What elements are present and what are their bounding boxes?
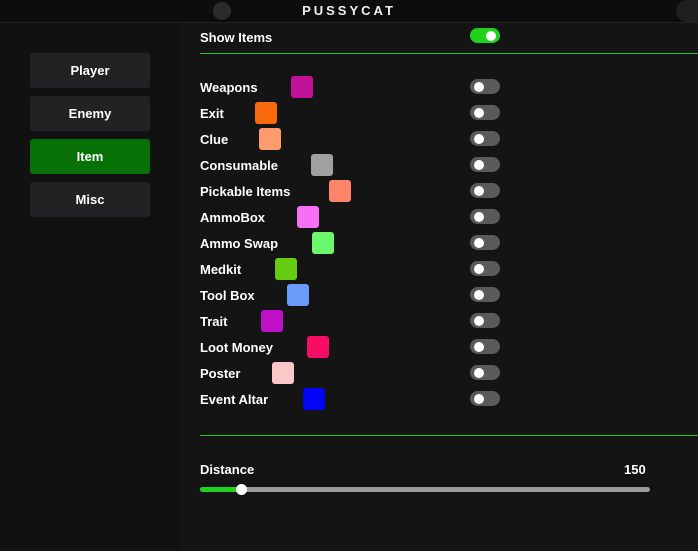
toggle-knob: [486, 30, 496, 41]
color-swatch-weapons[interactable]: [291, 76, 313, 98]
item-label-event-altar: Event Altar: [200, 392, 269, 407]
toggle-knob: [474, 107, 484, 118]
item-settings-panel: Show Items Weapons Exit Clue Consumable Pick…: [180, 23, 698, 551]
toggle-exit[interactable]: [470, 105, 500, 120]
color-swatch-ammobox[interactable]: [297, 206, 319, 228]
sidebar-item-label: Player: [70, 63, 110, 78]
toggle-medkit[interactable]: [470, 261, 500, 276]
item-label-consumable: Consumable: [200, 158, 279, 173]
color-swatch-exit[interactable]: [255, 102, 277, 124]
toggle-knob: [474, 341, 484, 352]
color-swatch-poster[interactable]: [272, 362, 294, 384]
sidebar-item-enemy[interactable]: Enemy: [30, 96, 150, 131]
item-label-clue: Clue: [200, 132, 229, 147]
show-items-toggle[interactable]: [470, 28, 500, 43]
toggle-knob: [474, 159, 484, 170]
toggle-trait[interactable]: [470, 313, 500, 328]
item-label-loot-money: Loot Money: [200, 340, 273, 355]
color-swatch-pickable-items[interactable]: [329, 180, 351, 202]
slider-handle[interactable]: [236, 484, 247, 495]
toggle-knob: [474, 237, 484, 248]
toggle-loot-money[interactable]: [470, 339, 500, 354]
item-label-ammobox: AmmoBox: [200, 210, 266, 225]
sidebar-item-item[interactable]: Item: [30, 139, 150, 174]
toggle-knob: [474, 367, 484, 378]
color-swatch-clue[interactable]: [259, 128, 281, 150]
sidebar-item-player[interactable]: Player: [30, 53, 150, 88]
toggle-pickable-items[interactable]: [470, 183, 500, 198]
distance-slider[interactable]: [200, 484, 650, 495]
toggle-knob: [474, 315, 484, 326]
color-swatch-tool-box[interactable]: [287, 284, 309, 306]
show-items-label: Show Items: [200, 30, 273, 45]
toggle-tool-box[interactable]: [470, 287, 500, 302]
item-label-weapons: Weapons: [200, 80, 258, 95]
toggle-ammobox[interactable]: [470, 209, 500, 224]
toggle-ammo-swap[interactable]: [470, 235, 500, 250]
sidebar-item-label: Enemy: [68, 106, 112, 121]
toggle-knob: [474, 133, 484, 144]
toggle-knob: [474, 211, 484, 222]
toggle-event-altar[interactable]: [470, 391, 500, 406]
toggle-knob: [474, 185, 484, 196]
sidebar-item-label: Misc: [75, 192, 105, 207]
section-divider: [200, 435, 698, 436]
toggle-knob: [474, 263, 484, 274]
window-title: PUSSYCAT: [302, 3, 396, 18]
window-corner-icon[interactable]: [676, 0, 698, 22]
item-label-tool-box: Tool Box: [200, 288, 255, 303]
item-label-trait: Trait: [200, 314, 228, 329]
toggle-poster[interactable]: [470, 365, 500, 380]
color-swatch-event-altar[interactable]: [303, 388, 325, 410]
item-label-medkit: Medkit: [200, 262, 242, 277]
toggle-knob: [474, 81, 484, 92]
sidebar: Player Enemy Item Misc: [0, 23, 180, 551]
toggle-knob: [474, 393, 484, 404]
title-bar[interactable]: PUSSYCAT: [0, 0, 698, 23]
color-swatch-loot-money[interactable]: [307, 336, 329, 358]
slider-fill: [200, 487, 241, 492]
app-window: PUSSYCAT Player Enemy Item Misc Show Ite…: [0, 0, 698, 551]
toggle-weapons[interactable]: [470, 79, 500, 94]
item-label-exit: Exit: [200, 106, 224, 121]
item-label-pickable-items: Pickable Items: [200, 184, 291, 199]
toggle-consumable[interactable]: [470, 157, 500, 172]
color-swatch-medkit[interactable]: [275, 258, 297, 280]
sidebar-item-label: Item: [76, 149, 104, 164]
item-label-ammo-swap: Ammo Swap: [200, 236, 279, 251]
toggle-clue[interactable]: [470, 131, 500, 146]
distance-value: 150: [624, 462, 646, 477]
distance-label: Distance: [200, 462, 255, 477]
item-label-poster: Poster: [200, 366, 241, 381]
toggle-knob: [474, 289, 484, 300]
color-swatch-consumable[interactable]: [311, 154, 333, 176]
sidebar-item-misc[interactable]: Misc: [30, 182, 150, 217]
color-swatch-ammo-swap[interactable]: [312, 232, 334, 254]
color-swatch-trait[interactable]: [261, 310, 283, 332]
section-divider: [200, 53, 698, 54]
